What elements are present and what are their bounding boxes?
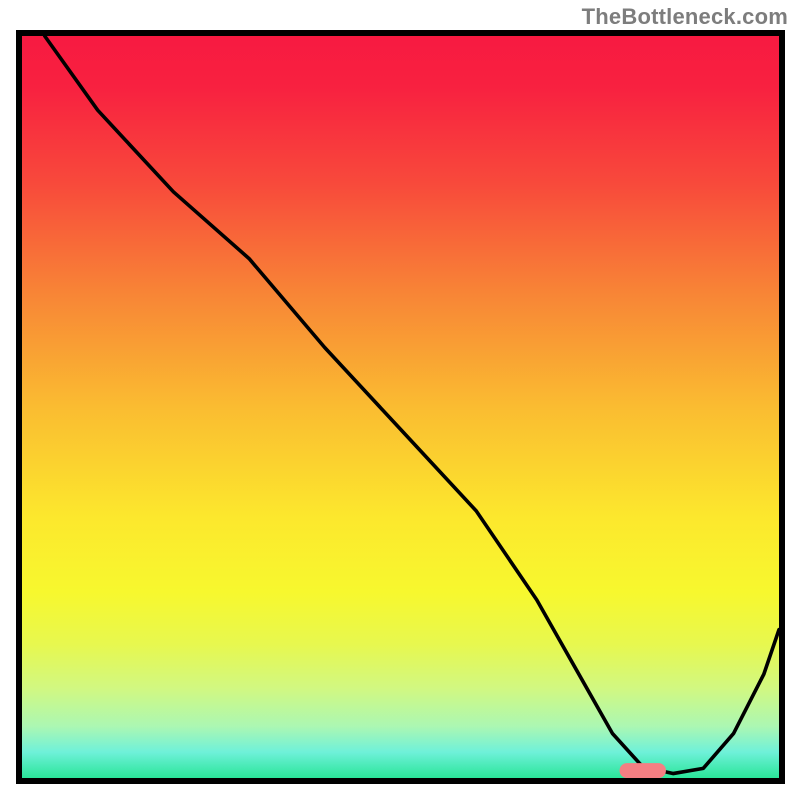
chart-root: TheBottleneck.com	[0, 0, 800, 800]
plot-area	[16, 30, 785, 784]
chart-svg	[16, 30, 785, 784]
watermark-text: TheBottleneck.com	[582, 4, 788, 30]
